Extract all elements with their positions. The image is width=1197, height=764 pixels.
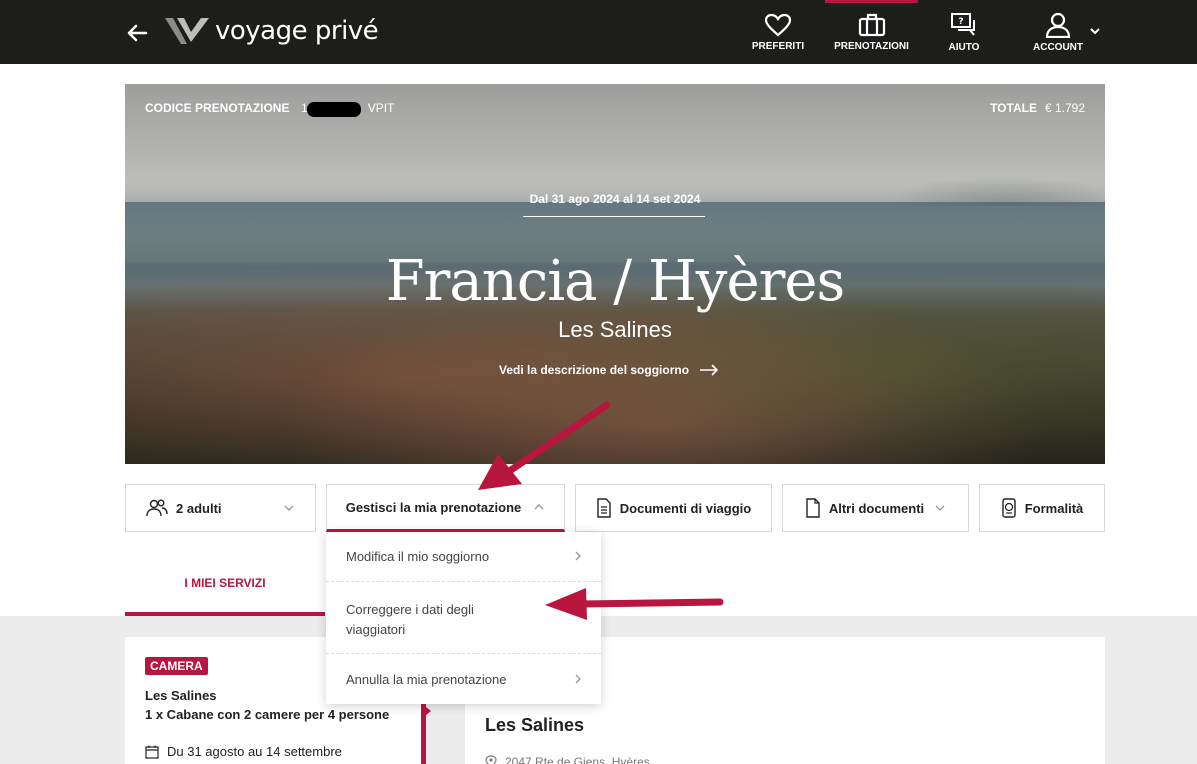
brand-logo[interactable]: voyage privé — [163, 14, 379, 48]
nav-aiuto[interactable]: ? AIUTO — [935, 0, 993, 64]
menu-item-correct-travelers[interactable]: Correggere i dati degli viaggiatori — [326, 583, 601, 654]
nav-prenotazioni-label: PRENOTAZIONI — [834, 40, 909, 52]
total-value: € 1.792 — [1044, 101, 1085, 115]
svg-text:?: ? — [958, 17, 963, 27]
formalities-button[interactable]: Formalità — [979, 484, 1105, 532]
chevron-down-icon — [935, 505, 945, 511]
formalities-label: Formalità — [1024, 500, 1084, 516]
nav-account[interactable]: ACCOUNT — [1025, 0, 1091, 64]
calendar-icon — [145, 745, 159, 759]
manage-booking-menu: Modifica il mio soggiorno Correggere i d… — [326, 532, 601, 704]
top-navigation-bar: voyage privé PREFERITI PRENOTAZIONI ? AI… — [0, 0, 1197, 64]
menu-item-modify-stay-label: Modifica il mio soggiorno — [346, 549, 490, 564]
chat-icon: ? — [951, 12, 975, 36]
hero-banner: CODICE PRENOTAZIONE 1 VPIT TOTALE € 1.792 … — [125, 84, 1105, 464]
manage-booking-dropdown[interactable]: Gestisci la mia prenotazione — [326, 484, 565, 532]
booking-code-end: VPIT — [367, 101, 395, 115]
destination-title: Francia / Hyères — [385, 249, 845, 314]
file-icon — [806, 498, 820, 518]
travel-documents-button[interactable]: Documenti di viaggio — [575, 484, 772, 532]
menu-item-correct-travelers-label: Correggere i dati degli viaggiatori — [346, 602, 474, 637]
stay-dates: Dal 31 ago 2024 al 14 set 2024 — [529, 192, 701, 206]
nav-preferiti-label: PREFERITI — [751, 40, 805, 52]
chevron-up-icon — [534, 504, 544, 510]
logo-v-icon — [165, 18, 209, 44]
people-icon — [146, 499, 168, 517]
heart-icon — [764, 13, 792, 36]
menu-item-modify-stay[interactable]: Modifica il mio soggiorno — [326, 532, 601, 582]
stay-description-link[interactable]: Vedi la descrizione del soggiorno — [499, 363, 719, 377]
service-hotel-name: Les Salines — [145, 688, 217, 703]
other-documents-label: Altri documenti — [828, 500, 925, 516]
user-icon — [1045, 12, 1071, 38]
suitcase-icon — [858, 13, 885, 36]
travel-documents-label: Documenti di viaggio — [619, 500, 752, 516]
stay-description-link-label: Vedi la descrizione del soggiorno — [499, 363, 690, 377]
location-pin-icon — [485, 755, 497, 764]
chevron-right-icon — [575, 551, 581, 561]
chevron-down-icon — [284, 505, 294, 511]
other-documents-dropdown[interactable]: Altri documenti — [782, 484, 969, 532]
dates-divider — [523, 216, 705, 217]
total-label: TOTALE — [990, 101, 1037, 115]
travelers-label: 2 adulti — [176, 500, 222, 516]
nav-account-label: ACCOUNT — [1033, 41, 1083, 53]
redaction-mark — [307, 102, 361, 117]
logo-text: voyage privé — [215, 16, 379, 46]
nav-aiuto-label: AIUTO — [948, 41, 980, 53]
nav-preferiti[interactable]: PREFERITI — [745, 0, 811, 64]
chevron-down-icon[interactable] — [1088, 24, 1102, 38]
service-dates-label: Du 31 agosto au 14 settembre — [167, 744, 342, 759]
menu-item-cancel-booking[interactable]: Annulla la mia prenotazione — [326, 655, 601, 704]
manage-booking-label: Gestisci la mia prenotazione — [345, 499, 522, 515]
detail-address-label: 2047 Rte de Giens, Hyères — [505, 755, 650, 764]
nav-prenotazioni[interactable]: PRENOTAZIONI — [825, 0, 918, 64]
detail-hotel-name: Les Salines — [485, 715, 585, 735]
service-type-badge: CAMERA — [145, 657, 208, 675]
service-room-description: 1 x Cabane con 2 camere per 4 persone — [145, 707, 390, 722]
booking-total: TOTALE € 1.792 — [990, 101, 1085, 115]
travelers-dropdown[interactable]: 2 adulti — [125, 484, 316, 532]
detail-address: 2047 Rte de Giens, Hyères — [485, 755, 650, 764]
chevron-right-icon — [575, 674, 581, 684]
menu-item-cancel-booking-label: Annulla la mia prenotazione — [346, 672, 507, 687]
document-icon — [597, 498, 611, 518]
tab-my-services[interactable]: I MIEI SERVIZI — [125, 566, 325, 616]
timeline-pointer — [421, 703, 431, 719]
hotel-name: Les Salines — [558, 317, 672, 342]
booking-code-label: CODICE PRENOTAZIONE — [145, 101, 290, 115]
back-arrow-icon[interactable] — [124, 20, 150, 46]
passport-icon — [1002, 498, 1016, 518]
arrow-right-icon — [700, 364, 719, 376]
service-dates: Du 31 agosto au 14 settembre — [145, 744, 342, 759]
